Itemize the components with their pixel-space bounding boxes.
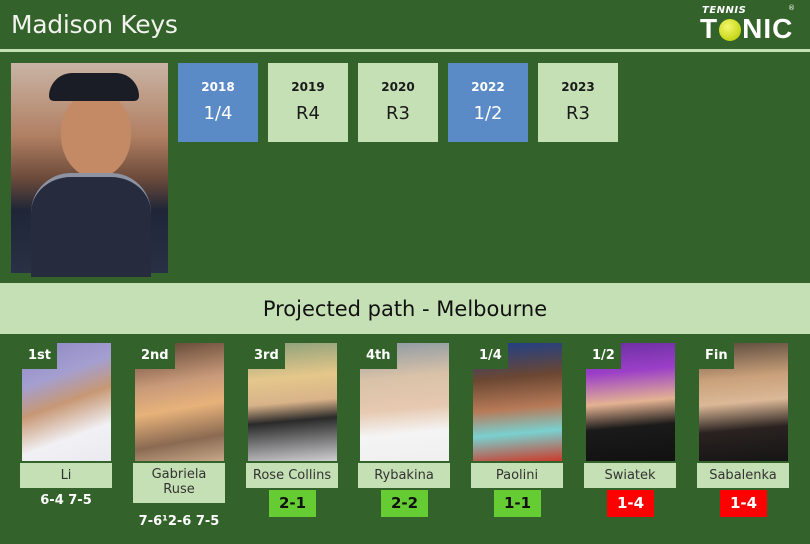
photo-visor [49, 73, 139, 101]
logo-letters-nic: NIC [742, 13, 794, 44]
history-year: 2019 [291, 80, 325, 94]
photo-face [61, 93, 131, 178]
round-label: 1/4 [473, 343, 508, 369]
round-label: 3rd [248, 343, 285, 369]
history-year: 2018 [201, 80, 235, 94]
round-label: 1/2 [586, 343, 621, 369]
history-year: 2022 [471, 80, 505, 94]
player-photo [11, 63, 168, 277]
round-label: 1st [22, 343, 57, 369]
opponent-name: Paolini [471, 463, 563, 488]
photo-shirt [31, 173, 151, 277]
match-score: 7-6¹2-6 7-5 [138, 514, 220, 529]
opponent-name: Swiatek [584, 463, 676, 488]
history-result: R3 [566, 103, 590, 124]
history-year: 2023 [561, 80, 595, 94]
projected-path-band: Projected path - Melbourne [0, 283, 810, 334]
opponent-name: Rybakina [358, 463, 450, 488]
head-to-head-badge: 2-1 [269, 490, 316, 517]
match-score: 6-4 7-5 [40, 493, 92, 508]
head-to-head-badge: 1-4 [607, 490, 654, 517]
tennis-ball-icon [719, 19, 742, 41]
player-name-title: Madison Keys [11, 10, 178, 39]
history-result: R4 [296, 103, 320, 124]
opponent-name: Li [20, 463, 112, 488]
projected-path-title: Projected path - Melbourne [262, 297, 548, 321]
opponent-name: Rose Collins [246, 463, 338, 488]
history-box-2023: 2023 R3 [538, 63, 618, 142]
history-box-2020: 2020 R3 [358, 63, 438, 142]
tennistonic-logo[interactable]: TENNIS T NIC ® [700, 4, 798, 45]
history-box-2018: 2018 1/4 [178, 63, 258, 142]
round-label: 2nd [135, 343, 175, 369]
head-to-head-badge: 1-1 [494, 490, 541, 517]
opponent-name: Gabriela Ruse [133, 463, 225, 503]
history-result: 1/4 [203, 103, 233, 124]
round-label: Fin [699, 343, 734, 369]
history-box-2022: 2022 1/2 [448, 63, 528, 142]
head-to-head-badge: 1-4 [720, 490, 767, 517]
history-result: R3 [386, 103, 410, 124]
round-label: 4th [360, 343, 397, 369]
title-divider [0, 49, 810, 52]
history-box-2019: 2019 R4 [268, 63, 348, 142]
history-result: 1/2 [473, 103, 503, 124]
registered-mark: ® [788, 4, 795, 12]
logo-big-text: T NIC [700, 13, 793, 45]
opponent-name: Sabalenka [697, 463, 789, 488]
history-year: 2020 [381, 80, 415, 94]
head-to-head-badge: 2-2 [381, 490, 428, 517]
logo-letter-t: T [700, 13, 719, 44]
